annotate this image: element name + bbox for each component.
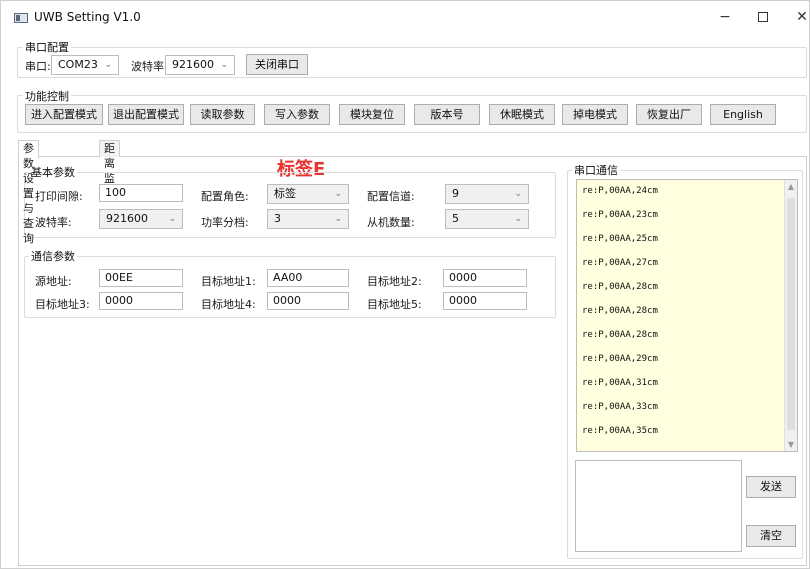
port-select[interactable]: COM23 ⌄ [51,55,119,75]
serial-line: re:P,00AA,31cm [582,378,658,388]
target3-input[interactable]: 0000 [99,292,183,310]
serial-line: re:P,00AA,28cm [582,330,658,340]
version-button[interactable]: 版本号 [414,104,480,125]
factory-reset-button[interactable]: 恢复出厂 [636,104,702,125]
power-label: 功率分档: [201,216,249,229]
src-addr-input[interactable]: 00EE [99,269,183,287]
target4-label: 目标地址4: [201,298,256,311]
channel-value: 9 [452,187,459,200]
serial-line: re:P,00AA,29cm [582,354,658,364]
target4-input[interactable]: 0000 [267,292,349,310]
port-value: COM23 [58,58,98,71]
power-select[interactable]: 3 ⌄ [267,209,349,229]
scroll-thumb[interactable] [787,198,795,430]
slave-count-label: 从机数量: [367,216,415,229]
target1-input[interactable]: AA00 [267,269,349,287]
slave-count-value: 5 [452,212,459,225]
title-bar: UWB Setting V1.0 − ✕ [1,1,809,35]
chevron-down-icon: ⌄ [334,214,342,224]
window-title: UWB Setting V1.0 [34,10,141,24]
chevron-down-icon: ⌄ [514,189,522,199]
target3-label: 目标地址3: [35,298,90,311]
serial-scrollbar[interactable]: ▲ ▼ [784,180,797,451]
serial-line: re:P,00AA,25cm [582,234,658,244]
serial-line: re:P,00AA,23cm [582,210,658,220]
comm-params-title: 通信参数 [29,248,77,264]
maximize-icon [758,12,768,22]
tab-param-settings[interactable]: 参数设置与查询 [18,140,39,245]
basic-params-title: 基本参数 [29,164,77,180]
serial-line: re:P,00AA,35cm [582,426,658,436]
role-value: 标签 [274,187,296,200]
maximize-button[interactable] [743,5,783,29]
serial-comm-title: 串口通信 [572,162,620,178]
close-button[interactable]: ✕ [782,5,810,29]
sleep-mode-button[interactable]: 休眠模式 [489,104,555,125]
baud-value: 921600 [172,58,214,71]
function-control-title: 功能控制 [23,88,71,104]
module-reset-button[interactable]: 模块复位 [339,104,405,125]
channel-select[interactable]: 9 ⌄ [445,184,529,204]
chevron-down-icon[interactable]: ▼ [785,440,797,449]
serial-line: re:P,00AA,33cm [582,402,658,412]
tab-distance-monitor[interactable]: 距离监控 [99,140,120,200]
send-button[interactable]: 发送 [746,476,796,498]
print-interval-label: 打印间隙: [35,190,83,203]
src-addr-label: 源地址: [35,275,72,288]
serial-config-title: 串口配置 [23,39,71,55]
chevron-down-icon: ⌄ [514,214,522,224]
chevron-down-icon: ⌄ [104,60,112,70]
serial-line: re:P,00AA,28cm [582,282,658,292]
print-interval-input[interactable]: 100 [99,184,183,202]
target5-label: 目标地址5: [367,298,422,311]
close-port-button[interactable]: 关闭串口 [246,54,308,75]
exit-config-mode-button[interactable]: 退出配置模式 [108,104,184,125]
english-button[interactable]: English [710,104,776,125]
write-params-button[interactable]: 写入参数 [264,104,330,125]
basic-baud-select[interactable]: 921600 ⌄ [99,209,183,229]
target2-label: 目标地址2: [367,275,422,288]
target1-label: 目标地址1: [201,275,256,288]
basic-baud-value: 921600 [106,212,148,225]
role-label: 配置角色: [201,190,249,203]
port-label: 串口: [25,60,51,73]
slave-count-select[interactable]: 5 ⌄ [445,209,529,229]
power-value: 3 [274,212,281,225]
chevron-down-icon: ⌄ [220,60,228,70]
baud-label: 波特率: [131,60,168,73]
serial-line: re:P,00AA,28cm [582,306,658,316]
minimize-button[interactable]: − [705,5,745,29]
target2-input[interactable]: 0000 [443,269,527,287]
read-params-button[interactable]: 读取参数 [190,104,255,125]
target5-input[interactable]: 0000 [443,292,527,310]
app-window: UWB Setting V1.0 − ✕ 串口配置 串口: COM23 ⌄ 波特… [0,0,810,569]
channel-label: 配置信道: [367,190,415,203]
role-select[interactable]: 标签 ⌄ [267,184,349,204]
chevron-down-icon: ⌄ [334,189,342,199]
clear-button[interactable]: 清空 [746,525,796,547]
enter-config-mode-button[interactable]: 进入配置模式 [25,104,103,125]
serial-receive-area[interactable]: re:P,00AA,24cm re:P,00AA,23cm re:P,00AA,… [576,179,798,452]
app-window-icon [14,13,28,23]
chevron-up-icon[interactable]: ▲ [785,182,797,191]
power-down-mode-button[interactable]: 掉电模式 [562,104,628,125]
serial-line: re:P,00AA,24cm [582,186,658,196]
serial-line: re:P,00AA,27cm [582,258,658,268]
send-input[interactable] [575,460,742,552]
basic-baud-label: 波特率: [35,216,72,229]
baud-select[interactable]: 921600 ⌄ [165,55,235,75]
chevron-down-icon: ⌄ [168,214,176,224]
